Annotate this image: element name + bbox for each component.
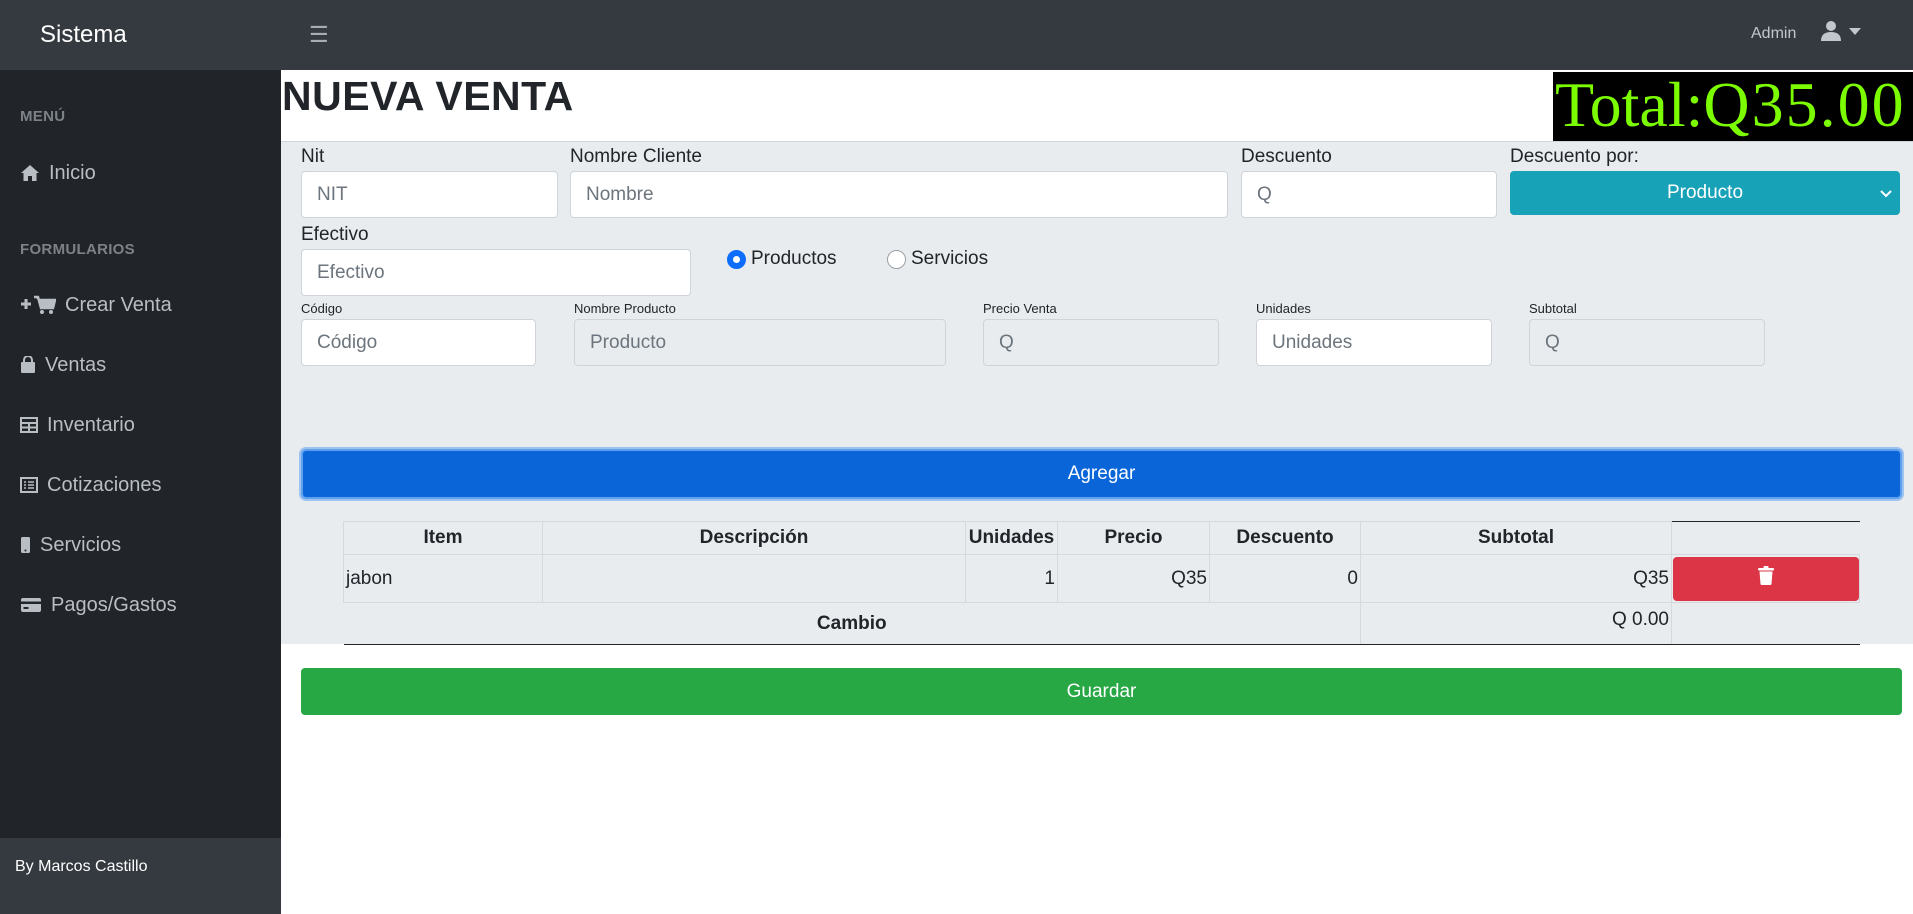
total-display: Total:Q35.00 bbox=[1553, 72, 1913, 142]
cambio-value: Q 0.00 bbox=[1360, 602, 1672, 645]
sidebar-item-ventas[interactable]: Ventas bbox=[0, 345, 281, 385]
radio-productos-indicator[interactable] bbox=[727, 249, 746, 269]
chevron-down-icon[interactable] bbox=[1849, 28, 1861, 35]
table-icon bbox=[20, 417, 38, 433]
mobile-icon bbox=[20, 536, 31, 554]
page-title: NUEVA VENTA bbox=[282, 73, 574, 119]
column-header-precio: Precio bbox=[1057, 521, 1210, 555]
subtotal-label: Subtotal bbox=[1529, 301, 1577, 316]
user-name: Admin bbox=[1751, 25, 1797, 42]
precio-venta-input bbox=[983, 319, 1219, 366]
sidebar-heading-forms: FORMULARIOS bbox=[20, 241, 135, 258]
nombre-producto-label: Nombre Producto bbox=[574, 301, 676, 316]
cell-descuento: 0 bbox=[1209, 554, 1361, 603]
cambio-label: Cambio bbox=[343, 602, 1361, 645]
column-header-descuento: Descuento bbox=[1209, 521, 1361, 555]
table-row: jabon 1 Q35 0 Q35 bbox=[343, 554, 1860, 603]
trash-icon bbox=[1758, 566, 1774, 591]
cliente-label: Nombre Cliente bbox=[570, 146, 702, 167]
column-header-item: Item bbox=[343, 521, 543, 555]
sidebar-item-label: Servicios bbox=[40, 533, 122, 556]
column-header-actions bbox=[1671, 521, 1860, 555]
descuento-por-value: Producto bbox=[1666, 182, 1744, 203]
descuento-label: Descuento bbox=[1241, 146, 1332, 167]
efectivo-label: Efectivo bbox=[301, 224, 369, 245]
sidebar-item-label: Cotizaciones bbox=[47, 473, 162, 496]
shopping-bag-icon bbox=[20, 356, 36, 374]
column-header-subtotal: Subtotal bbox=[1360, 521, 1672, 555]
sidebar-item-servicios[interactable]: Servicios bbox=[0, 525, 281, 565]
precio-venta-label: Precio Venta bbox=[983, 301, 1057, 316]
unidades-input[interactable] bbox=[1256, 319, 1492, 366]
footer-empty-cell bbox=[1671, 602, 1860, 645]
radio-productos-label: Productos bbox=[751, 248, 837, 269]
nit-label: Nit bbox=[301, 146, 325, 167]
cell-actions bbox=[1671, 554, 1860, 603]
radio-servicios-label: Servicios bbox=[911, 248, 989, 269]
descuento-input[interactable] bbox=[1241, 171, 1497, 218]
total-label: Total:Q bbox=[1555, 72, 1750, 140]
user-icon[interactable] bbox=[1820, 20, 1842, 47]
cell-item: jabon bbox=[343, 554, 543, 603]
sidebar-footer: By Marcos Castillo bbox=[0, 838, 281, 914]
sidebar-item-label: Ventas bbox=[45, 353, 107, 376]
radio-servicios[interactable]: Servicios bbox=[887, 248, 988, 270]
radio-productos[interactable]: Productos bbox=[727, 248, 837, 270]
total-value: 35.00 bbox=[1751, 72, 1906, 140]
sidebar-item-cotizaciones[interactable]: Cotizaciones bbox=[0, 465, 281, 505]
nit-input[interactable] bbox=[301, 171, 558, 218]
cell-precio: Q35 bbox=[1057, 554, 1210, 603]
add-item-button[interactable]: Agregar bbox=[301, 449, 1902, 499]
descuento-por-label: Descuento por: bbox=[1510, 146, 1639, 167]
brand-title[interactable]: Sistema bbox=[0, 0, 281, 70]
chevron-down-icon bbox=[1880, 171, 1892, 215]
nombre-producto-input bbox=[574, 319, 946, 366]
add-to-cart-icon bbox=[20, 295, 56, 315]
cell-descripcion bbox=[542, 554, 966, 603]
table-header-row: Item Descripción Unidades Precio Descuen… bbox=[343, 521, 1860, 555]
column-header-unidades: Unidades bbox=[965, 521, 1058, 555]
sidebar-item-inventario[interactable]: Inventario bbox=[0, 405, 281, 445]
save-button[interactable]: Guardar bbox=[301, 668, 1902, 715]
home-icon bbox=[20, 164, 40, 182]
sidebar-item-crear-venta[interactable]: Crear Venta bbox=[0, 285, 281, 325]
sidebar-item-inicio[interactable]: Inicio bbox=[0, 153, 281, 193]
cliente-input[interactable] bbox=[570, 171, 1228, 218]
table-footer-row: Cambio Q 0.00 bbox=[343, 602, 1860, 645]
subtotal-input bbox=[1529, 319, 1765, 366]
sidebar-item-label: Pagos/Gastos bbox=[51, 593, 177, 616]
main-content: NUEVA VENTA Total:Q35.00 Nit Nombre Clie… bbox=[281, 70, 1913, 914]
sidebar: MENÚ Inicio FORMULARIOS Crear Venta Vent… bbox=[0, 70, 281, 914]
codigo-input[interactable] bbox=[301, 319, 536, 366]
unidades-label: Unidades bbox=[1256, 301, 1311, 316]
radio-servicios-indicator[interactable] bbox=[887, 249, 906, 269]
sidebar-item-label: Crear Venta bbox=[65, 293, 172, 316]
sale-form: Nit Nombre Cliente Descuento Descuento p… bbox=[281, 141, 1913, 715]
top-navbar: Sistema ☰ Admin bbox=[0, 0, 1913, 70]
column-header-descripcion: Descripción bbox=[542, 521, 966, 555]
list-alt-icon bbox=[20, 477, 38, 493]
codigo-label: Código bbox=[301, 301, 343, 316]
sidebar-heading-menu: MENÚ bbox=[20, 108, 66, 125]
credit-card-icon bbox=[20, 597, 42, 613]
title-row: NUEVA VENTA Total:Q35.00 bbox=[281, 70, 1913, 142]
cell-unidades: 1 bbox=[965, 554, 1058, 603]
sidebar-item-label: Inicio bbox=[49, 161, 96, 184]
efectivo-input[interactable] bbox=[301, 249, 691, 296]
sidebar-item-pagos-gastos[interactable]: Pagos/Gastos bbox=[0, 585, 281, 625]
menu-toggle-icon[interactable]: ☰ bbox=[309, 22, 329, 48]
sidebar-item-label: Inventario bbox=[47, 413, 135, 436]
delete-item-button[interactable] bbox=[1673, 556, 1859, 601]
items-table: Item Descripción Unidades Precio Descuen… bbox=[343, 521, 1860, 645]
descuento-por-select[interactable]: Producto bbox=[1510, 171, 1900, 215]
cell-subtotal: Q35 bbox=[1360, 554, 1672, 603]
